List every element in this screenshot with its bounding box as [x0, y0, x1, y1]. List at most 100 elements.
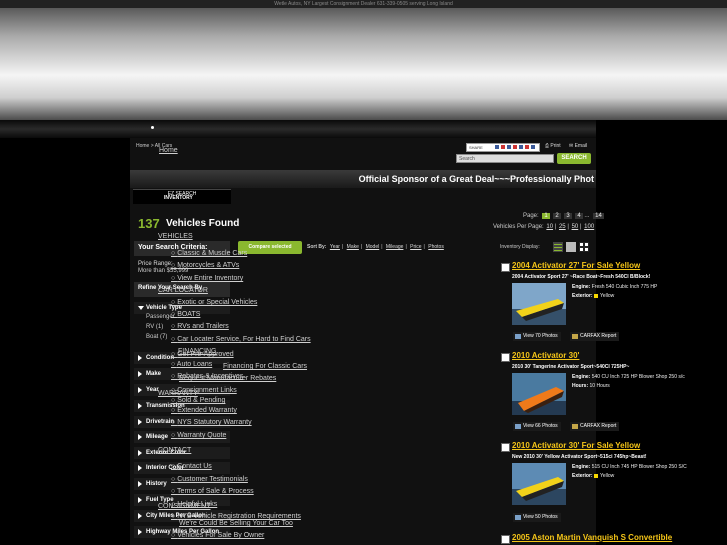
- share-label: SHARE: [469, 145, 483, 150]
- nav-item-label: View Entire Inventory: [177, 275, 244, 282]
- nav-item[interactable]: ○ NYS Vehicle Registration Requirements: [171, 513, 301, 520]
- nav-item[interactable]: ○ Helpful Links: [171, 501, 217, 508]
- view-photos-button[interactable]: View 70 Photos: [513, 332, 561, 341]
- search-button[interactable]: SEARCH: [557, 153, 591, 164]
- sort-photos[interactable]: Photos: [428, 244, 444, 250]
- page-2[interactable]: 2: [553, 213, 561, 219]
- listing-photo[interactable]: [512, 373, 566, 415]
- sort-make[interactable]: Make: [347, 244, 359, 250]
- sort-mileage[interactable]: Mileage: [386, 244, 404, 250]
- vehicle-count-label: Vehicles Found: [166, 218, 240, 229]
- per-page-50[interactable]: 50: [572, 224, 579, 230]
- facet-label: Condition: [146, 355, 174, 361]
- tagline: Wetle Autos, NY Largest Consignment Deal…: [274, 1, 453, 7]
- nav-item[interactable]: ○ Motorcycles & ATVs: [171, 262, 239, 269]
- spec-label: Engine:: [572, 284, 591, 290]
- nav-section[interactable]: CONTACT: [158, 447, 191, 454]
- page-ellipsis: ...: [584, 213, 590, 219]
- print-link[interactable]: ⎙ Print: [545, 143, 561, 149]
- carfax-button[interactable]: CARFAX Report: [570, 332, 620, 341]
- nav-item-label: Exotic or Special Vehicles: [177, 299, 258, 306]
- listing-title[interactable]: 2005 Aston Martin Vanquish S Convertible: [512, 533, 672, 542]
- nav-section[interactable]: CAR LOCATOR: [158, 287, 208, 294]
- listing-subtitle: New 2010 30' Yellow Activator Sport~515c…: [512, 454, 647, 460]
- nav-item-label: Sold & Pending: [177, 397, 226, 404]
- per-page-label: Vehicles Per Page:: [493, 224, 544, 230]
- nav-item[interactable]: ○ Get Pre-Approved: [171, 351, 234, 358]
- nav-item[interactable]: Financing For Classic Cars: [223, 363, 307, 370]
- compare-checkbox[interactable]: [501, 443, 510, 452]
- compare-selected-button[interactable]: Compare selected: [238, 241, 302, 254]
- nav-item[interactable]: ○ Exotic or Special Vehicles: [171, 299, 257, 306]
- nav-item[interactable]: ○ Sold & Pending: [171, 397, 225, 404]
- sort-model[interactable]: Model: [366, 244, 380, 250]
- page-4[interactable]: 4: [575, 213, 583, 219]
- nav-item[interactable]: ○ NYS Statutory Warranty: [171, 419, 252, 426]
- nav-item[interactable]: ○ Auto Loans: [171, 361, 212, 368]
- nav-item[interactable]: ○ Terms of Sale & Process: [171, 488, 254, 495]
- per-page-25[interactable]: 25: [559, 224, 566, 230]
- view-photos-button[interactable]: View 50 Photos: [513, 513, 561, 522]
- nav-item[interactable]: ○ Car Locater Service, For Hard to Find …: [171, 336, 311, 343]
- spec-value: Yellow: [599, 293, 615, 299]
- chevron-right-icon: [138, 403, 142, 409]
- listing-title[interactable]: 2010 Activator 30': [512, 351, 579, 360]
- carfax-icon: [572, 424, 578, 429]
- nav-home[interactable]: Home: [159, 147, 178, 154]
- page-14[interactable]: 14: [593, 213, 604, 219]
- view-photos-button[interactable]: View 66 Photos: [513, 422, 561, 431]
- sort-price[interactable]: Price: [410, 244, 421, 250]
- nav-item[interactable]: ○ BOATS: [171, 311, 200, 318]
- nav-item[interactable]: Request Manufacturer Rebates: [179, 375, 276, 382]
- listing-photo[interactable]: [512, 283, 566, 325]
- listing-engine: Engine: 515 CU Inch 745 HP Blower Shop 2…: [572, 464, 687, 470]
- chevron-right-icon: [138, 513, 142, 519]
- page-1[interactable]: 1: [542, 213, 550, 219]
- nav-item-label: NYS Statutory Warranty: [177, 419, 252, 426]
- sponsor-text: Official Sponsor of a Great Deal~~~Profe…: [358, 174, 594, 184]
- nav-item-label: Car Locater Service, For Hard to Find Ca…: [177, 336, 311, 343]
- nav-item[interactable]: ○ View Entire Inventory: [171, 275, 243, 282]
- nav-item[interactable]: We're Could Be Selling Your Car Too: [179, 520, 293, 527]
- per-page-10[interactable]: 10: [546, 224, 553, 230]
- email-link[interactable]: ✉ Email: [569, 143, 587, 149]
- listing-title[interactable]: 2004 Activator 27' For Sale Yellow: [512, 261, 640, 270]
- listing-exterior: Exterior: Yellow: [572, 293, 614, 299]
- print-label: Print: [550, 143, 561, 149]
- color-swatch: [593, 473, 598, 478]
- compare-checkbox[interactable]: [501, 263, 510, 272]
- compare-checkbox[interactable]: [501, 535, 510, 544]
- nav-section[interactable]: WARRANTY: [158, 390, 198, 397]
- sub-facet-boat[interactable]: Boat (7): [146, 334, 167, 340]
- chevron-right-icon: [138, 387, 142, 393]
- compare-checkbox[interactable]: [501, 353, 510, 362]
- nav-item[interactable]: ○ Extended Warranty: [171, 407, 237, 414]
- sub-facet-rv[interactable]: RV (1): [146, 324, 163, 330]
- photos-label: View 70 Photos: [523, 333, 558, 339]
- detail-view-icon[interactable]: [566, 242, 576, 252]
- carfax-button[interactable]: CARFAX Report: [570, 422, 620, 431]
- nav-vehicles[interactable]: VEHICLES: [158, 233, 193, 240]
- nav-item[interactable]: ○ Contact Us: [171, 463, 212, 470]
- nav-item[interactable]: ○ Vehicles For Sale By Owner: [171, 532, 264, 539]
- nav-item-label: Extended Warranty: [177, 407, 237, 414]
- nav-item[interactable]: ○ Customer Testimonials: [171, 476, 248, 483]
- sort-year[interactable]: Year: [330, 244, 340, 250]
- listing-photo[interactable]: [512, 463, 566, 505]
- search-input[interactable]: Search: [456, 154, 554, 163]
- listing-title[interactable]: 2010 Activator 30' For Sale Yellow: [512, 441, 640, 450]
- chevron-right-icon: [138, 529, 142, 535]
- chevron-right-icon: [138, 355, 142, 361]
- nav-inventory[interactable]: INVENTORY: [164, 195, 193, 201]
- list-view-icon[interactable]: [553, 242, 563, 252]
- per-page-100[interactable]: 100: [584, 224, 594, 230]
- social-icons[interactable]: [495, 145, 537, 149]
- email-label: Email: [574, 143, 588, 149]
- nav-item[interactable]: ○ Classic & Muscle Cars: [171, 250, 247, 257]
- nav-item-label: Financing For Classic Cars: [223, 363, 308, 370]
- page-3[interactable]: 3: [564, 213, 572, 219]
- share-widget[interactable]: SHARE: [466, 143, 540, 152]
- nav-item[interactable]: ○ RVs and Trailers: [171, 323, 229, 330]
- nav-item[interactable]: ○ Warranty Quote: [171, 432, 226, 439]
- grid-view-icon[interactable]: [579, 242, 589, 252]
